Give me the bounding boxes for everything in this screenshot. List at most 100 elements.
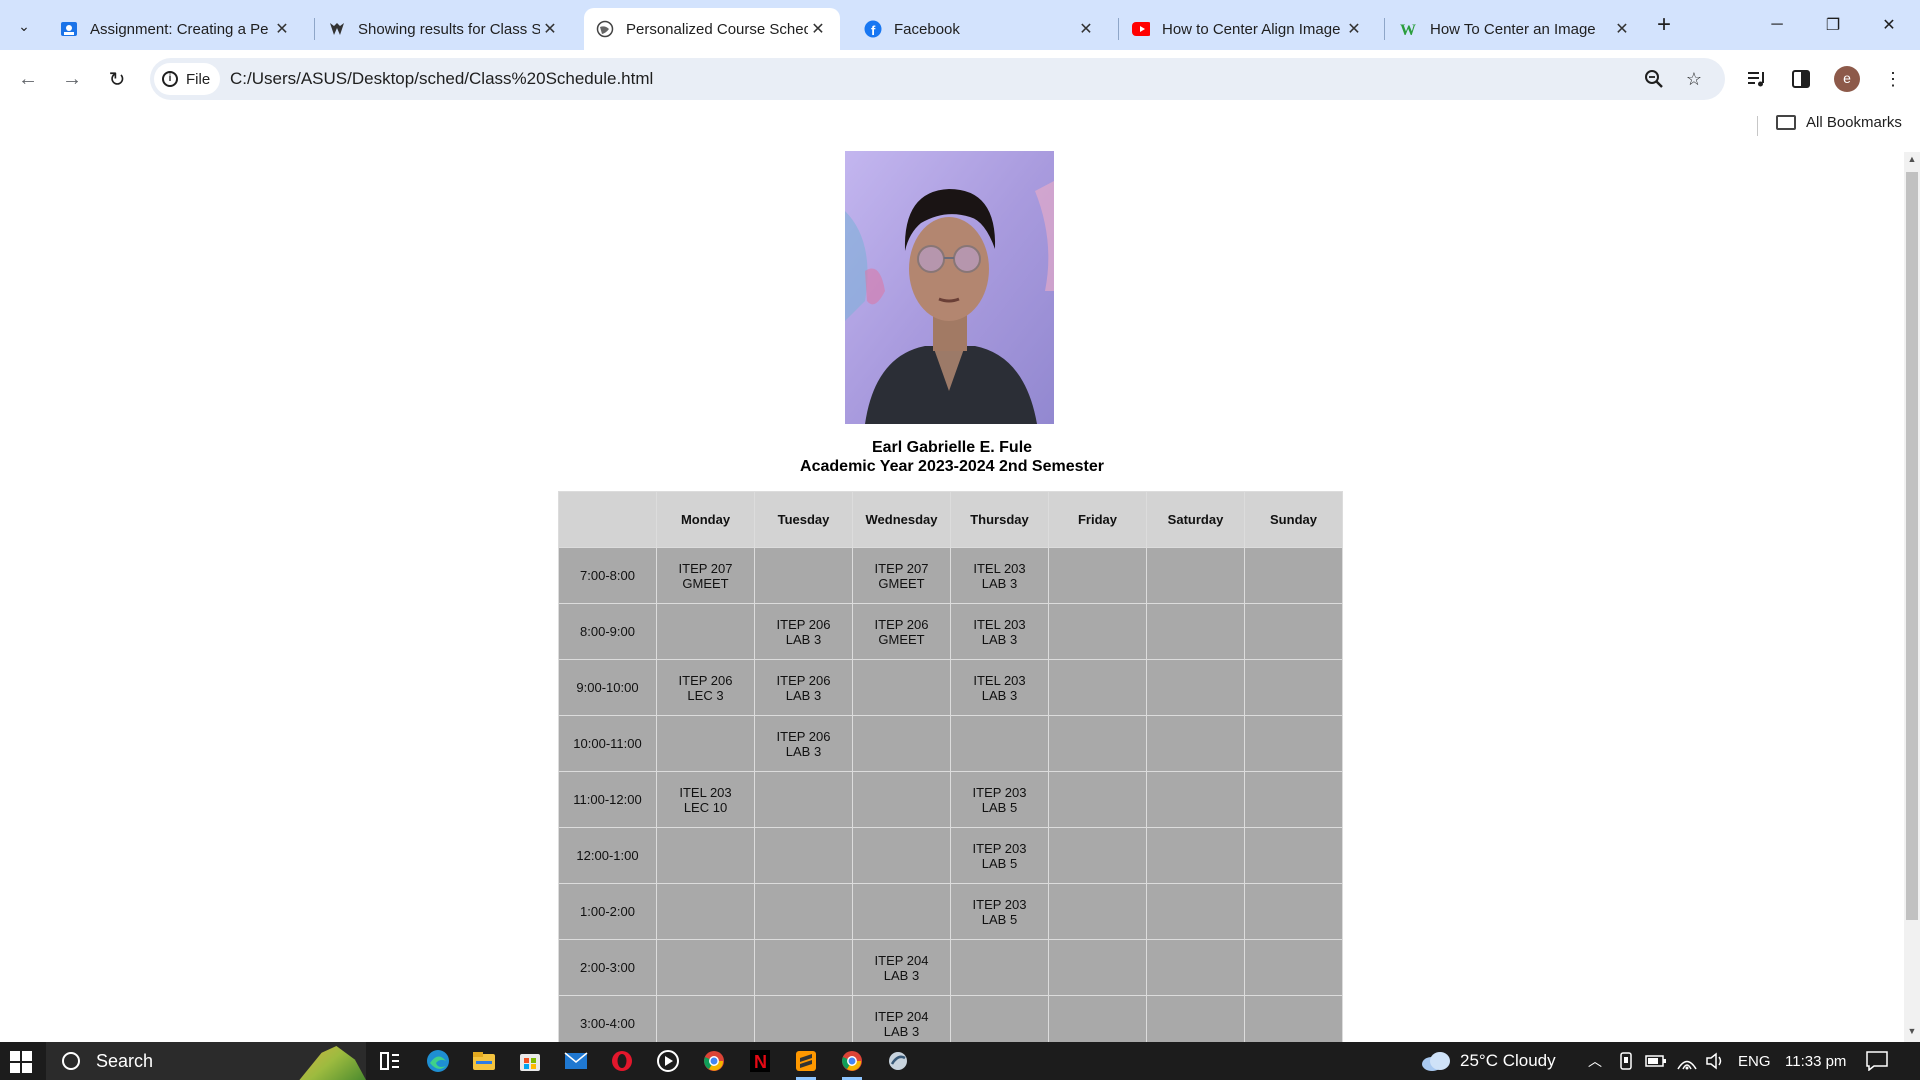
class-cell xyxy=(852,827,951,884)
course-code: ITEP 203 xyxy=(972,896,1027,912)
file-explorer-icon[interactable] xyxy=(470,1047,498,1075)
close-icon[interactable]: ✕ xyxy=(1076,19,1096,39)
wifi-icon[interactable] xyxy=(1677,1042,1697,1080)
close-icon[interactable]: ✕ xyxy=(540,19,560,39)
menu-icon[interactable]: ⋮ xyxy=(1878,64,1908,94)
opera-icon[interactable] xyxy=(608,1047,636,1075)
notification-icon[interactable] xyxy=(1866,1042,1888,1080)
weather-widget[interactable]: 25°C Cloudy xyxy=(1420,1042,1556,1080)
edge-icon[interactable] xyxy=(424,1047,452,1075)
scroll-up-icon[interactable]: ▲ xyxy=(1906,154,1918,168)
course-code: ITEP 203 xyxy=(972,784,1027,800)
tab-divider xyxy=(1118,18,1119,40)
show-hidden-icons[interactable]: ︿ xyxy=(1588,1042,1602,1080)
tab-personalized-course[interactable]: Personalized Course Sched ✕ xyxy=(584,8,840,50)
time-slot-cell: 7:00-8:00 xyxy=(558,547,657,604)
svg-text:W: W xyxy=(1400,22,1416,37)
tab-search-results[interactable]: Showing results for Class S ✕ xyxy=(316,8,572,50)
windows-start-icon[interactable] xyxy=(10,1051,32,1073)
course-code: ITEL 203 xyxy=(973,672,1026,688)
site-info-chip[interactable]: i File xyxy=(154,63,221,95)
media-player-icon[interactable] xyxy=(654,1047,682,1075)
restore-icon: ❐ xyxy=(1825,17,1841,34)
game-app-icon[interactable] xyxy=(884,1047,912,1075)
url-text[interactable]: C:/Users/ASUS/Desktop/sched/Class%20Sche… xyxy=(230,69,653,89)
class-cell: ITEL 203 LAB 3 xyxy=(950,659,1049,716)
room-label: GMEET xyxy=(682,575,729,591)
close-icon[interactable]: ✕ xyxy=(808,19,828,39)
reload-button[interactable]: ↻ xyxy=(101,63,133,95)
room-label: LAB 5 xyxy=(981,855,1018,871)
class-cell xyxy=(1146,659,1245,716)
class-cell: ITEP 203 LAB 5 xyxy=(950,827,1049,884)
class-cell xyxy=(1244,827,1343,884)
table-row: 10:00-11:00 ITEP 206 LAB 3 xyxy=(558,715,1343,772)
class-cell xyxy=(1244,995,1343,1042)
table-row: 8:00-9:00 ITEP 206 LAB 3 ITEP 206 GMEET ITEL … xyxy=(558,603,1343,660)
tab-wikihow[interactable]: W How To Center an Image ✕ xyxy=(1388,8,1644,50)
course-code: ITEP 206 xyxy=(874,616,929,632)
class-cell xyxy=(754,827,853,884)
mail-icon[interactable] xyxy=(562,1047,590,1075)
close-window-button[interactable]: ✕ xyxy=(1866,8,1912,42)
youtube-icon xyxy=(1132,20,1150,38)
scroll-down-icon[interactable]: ▼ xyxy=(1906,1026,1918,1040)
minimize-button[interactable]: ─ xyxy=(1754,8,1800,42)
address-bar[interactable]: i File C:/Users/ASUS/Desktop/sched/Class… xyxy=(150,58,1725,100)
tab-assignment[interactable]: Assignment: Creating a Pe ✕ xyxy=(48,8,304,50)
close-icon[interactable]: ✕ xyxy=(1612,19,1632,39)
new-tab-button[interactable]: + xyxy=(1650,12,1678,40)
course-code: ITEP 206 xyxy=(776,616,831,632)
tab-title: How To Center an Image xyxy=(1430,20,1596,38)
forward-button[interactable]: → xyxy=(56,63,88,95)
tab-youtube[interactable]: How to Center Align Image ✕ xyxy=(1120,8,1376,50)
arrow-right-icon: → xyxy=(62,67,82,90)
room-label: LAB 3 xyxy=(785,743,822,759)
room-label: LAB 3 xyxy=(883,1023,920,1039)
info-icon: i xyxy=(162,71,178,87)
tab-facebook[interactable]: f Facebook ✕ xyxy=(852,8,1108,50)
taskbar-search-label: Search xyxy=(96,1050,154,1071)
class-cell xyxy=(1146,547,1245,604)
class-cell: ITEP 206 LEC 3 xyxy=(656,659,755,716)
tab-search-button[interactable]: ⌄ xyxy=(8,10,40,42)
table-header-row: Monday Tuesday Wednesday Thursday Friday… xyxy=(558,491,1343,548)
course-code: ITEP 206 xyxy=(776,672,831,688)
store-icon[interactable] xyxy=(516,1047,544,1075)
sublime-text-icon[interactable] xyxy=(792,1047,820,1080)
table-row: 3:00-4:00 ITEP 204 LAB 3 xyxy=(558,995,1343,1042)
class-cell xyxy=(656,715,755,772)
media-control-icon[interactable] xyxy=(1742,64,1772,94)
tab-title: Facebook xyxy=(894,20,960,38)
close-icon[interactable]: ✕ xyxy=(1344,19,1364,39)
search-results-icon xyxy=(328,20,346,38)
scrollbar-thumb[interactable] xyxy=(1906,172,1918,920)
wikihow-icon: W xyxy=(1400,20,1418,38)
battery-icon[interactable] xyxy=(1645,1042,1667,1080)
zoom-icon[interactable] xyxy=(1642,67,1666,91)
time-slot-cell: 3:00-4:00 xyxy=(558,995,657,1042)
class-cell: ITEP 204 LAB 3 xyxy=(852,995,951,1042)
class-cell: ITEP 206 LAB 3 xyxy=(754,603,853,660)
chrome-icon[interactable] xyxy=(700,1047,728,1075)
class-cell xyxy=(1244,883,1343,940)
student-header: Earl Gabrielle E. Fule Academic Year 202… xyxy=(0,438,1904,476)
course-code: ITEL 203 xyxy=(973,560,1026,576)
volume-icon[interactable] xyxy=(1705,1042,1725,1080)
task-view-icon[interactable] xyxy=(376,1047,404,1075)
clock[interactable]: 11:33 pm xyxy=(1785,1042,1846,1080)
language-indicator[interactable]: ENG xyxy=(1738,1042,1771,1080)
class-cell: ITEP 206 LAB 3 xyxy=(754,715,853,772)
tab-divider xyxy=(1384,18,1385,40)
close-icon[interactable]: ✕ xyxy=(272,19,292,39)
side-panel-icon[interactable] xyxy=(1786,64,1816,94)
netflix-icon[interactable]: N xyxy=(746,1047,774,1075)
restore-button[interactable]: ❐ xyxy=(1810,8,1856,42)
room-label: LAB 3 xyxy=(883,967,920,983)
avatar[interactable]: e xyxy=(1834,66,1860,92)
bookmark-star-icon[interactable]: ☆ xyxy=(1682,67,1706,91)
device-icon[interactable] xyxy=(1618,1042,1634,1080)
all-bookmarks-button[interactable]: All Bookmarks xyxy=(1776,114,1902,131)
chrome-active-icon[interactable] xyxy=(838,1047,866,1080)
back-button[interactable]: ← xyxy=(12,63,44,95)
